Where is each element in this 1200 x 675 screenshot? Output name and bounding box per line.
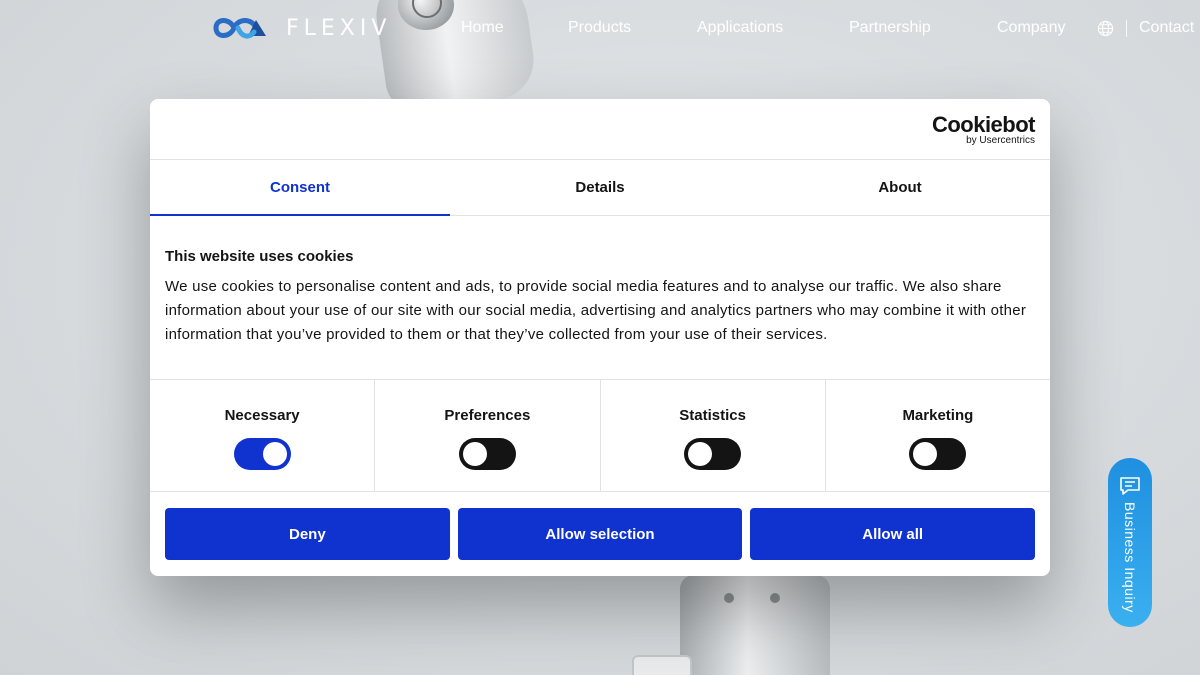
nav-contact[interactable]: Contact (1139, 19, 1194, 37)
toggle-cell-preferences: Preferences (375, 380, 601, 491)
logo-wordmark: FLEXIV (286, 15, 392, 41)
consent-body: This website uses cookies We use cookies… (150, 216, 1050, 380)
toggle-label-marketing: Marketing (902, 407, 974, 424)
robot-base-image (680, 575, 830, 675)
toggle-knob (688, 442, 713, 466)
nav-partnership[interactable]: Partnership (849, 19, 931, 37)
allow-all-button[interactable]: Allow all (750, 508, 1036, 560)
cookie-consent-dialog: Cookiebot by Usercentrics Consent Detail… (150, 99, 1050, 576)
site-header: FLEXIV Home Products Applications Partne… (0, 0, 1200, 58)
toggle-label-statistics: Statistics (679, 407, 746, 424)
nav-company[interactable]: Company (997, 19, 1065, 37)
cookiebot-logo[interactable]: Cookiebot by Usercentrics (931, 112, 1036, 146)
toggle-knob (262, 442, 287, 466)
dialog-tabs: Consent Details About (150, 160, 1050, 216)
dialog-actions: Deny Allow selection Allow all (150, 492, 1050, 560)
toggle-cell-necessary: Necessary (150, 380, 376, 491)
consent-title: This website uses cookies (165, 248, 354, 265)
toggle-cell-statistics: Statistics (601, 380, 826, 491)
toggle-knob (462, 442, 487, 466)
nav-products[interactable]: Products (568, 19, 631, 37)
brand-sub: by Usercentrics (966, 135, 1035, 146)
business-inquiry-label: Business Inquiry (1122, 502, 1138, 613)
tab-details[interactable]: Details (450, 160, 750, 215)
business-inquiry-tab[interactable]: Business Inquiry (1108, 458, 1152, 627)
toggle-label-preferences: Preferences (444, 407, 531, 424)
tab-consent[interactable]: Consent (150, 160, 450, 216)
toggle-cell-marketing: Marketing (826, 380, 1050, 491)
brand-name: Cookiebot (931, 112, 1036, 137)
statistics-toggle[interactable] (684, 438, 742, 470)
preferences-toggle[interactable] (458, 438, 516, 470)
toggle-label-necessary: Necessary (224, 407, 300, 424)
robot-foot-image (632, 655, 692, 675)
necessary-toggle[interactable] (233, 438, 291, 470)
marketing-toggle[interactable] (909, 438, 967, 470)
tab-about[interactable]: About (750, 160, 1050, 215)
nav-applications[interactable]: Applications (697, 19, 783, 37)
flexiv-logo[interactable]: FLEXIV (212, 14, 391, 42)
chat-icon (1120, 477, 1140, 495)
toggle-knob (913, 442, 938, 466)
deny-button[interactable]: Deny (165, 508, 450, 560)
dialog-header: Cookiebot by Usercentrics (150, 99, 1050, 160)
cookie-category-toggles: Necessary Preferences Statistics Marketi… (150, 380, 1050, 492)
allow-selection-button[interactable]: Allow selection (457, 508, 743, 560)
flexiv-logo-icon (213, 18, 266, 39)
nav-home[interactable]: Home (461, 19, 504, 37)
consent-description: We use cookies to personalise content an… (165, 278, 1027, 343)
nav-divider (1126, 20, 1127, 37)
globe-icon[interactable] (1097, 20, 1114, 37)
